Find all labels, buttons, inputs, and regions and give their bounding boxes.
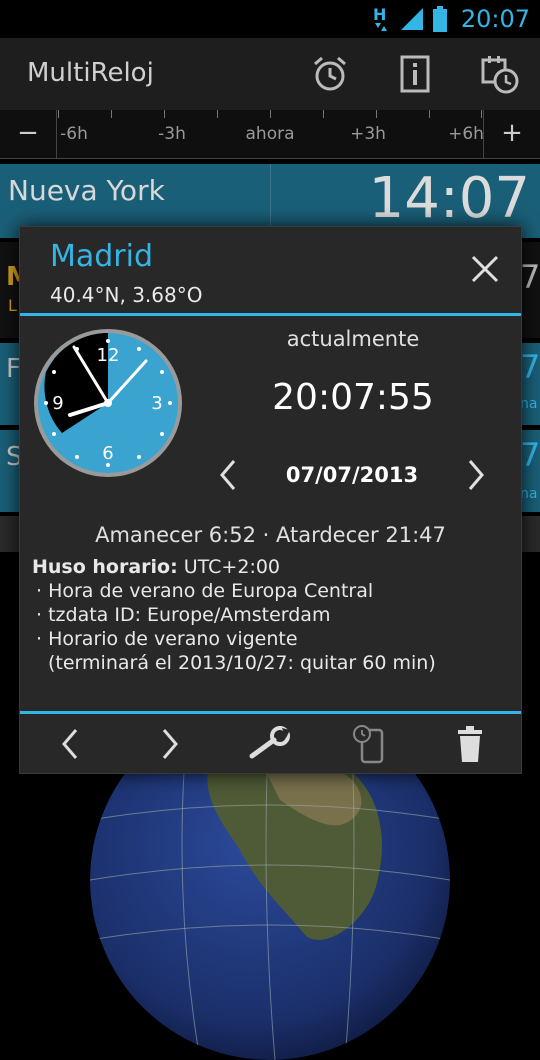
row-fragment: L bbox=[8, 296, 17, 315]
phone-clock-icon[interactable] bbox=[346, 724, 394, 764]
dialog-footer-divider bbox=[20, 711, 521, 714]
row-fragment: na bbox=[520, 486, 538, 502]
tick bbox=[481, 110, 482, 118]
row-fragment: 7 bbox=[520, 258, 540, 296]
close-icon[interactable] bbox=[465, 249, 505, 289]
tick bbox=[217, 110, 218, 118]
status-bar: H 20:07 bbox=[0, 0, 540, 38]
signal-icon bbox=[400, 8, 423, 30]
tick bbox=[58, 110, 59, 118]
sunrise-sunset: Amanecer 6:52 · Atardecer 21:47 bbox=[95, 523, 446, 547]
battery-icon bbox=[432, 6, 447, 32]
currently-label: actualmente bbox=[286, 327, 420, 351]
tick bbox=[270, 110, 271, 118]
dialog-header-divider bbox=[20, 313, 521, 316]
city-detail-dialog: Madrid 40.4°N, 3.68°O 12 3 6 9 actualmen… bbox=[19, 226, 522, 774]
tl-label-now: ahora bbox=[245, 124, 295, 144]
dialog-coordinates: 40.4°N, 3.68°O bbox=[50, 283, 203, 307]
timezone-heading: Huso horario: bbox=[32, 556, 178, 578]
timezone-line: · Hora de verano de Europa Central bbox=[36, 580, 374, 602]
analog-clock: 12 3 6 9 bbox=[34, 329, 182, 477]
dialog-city-title: Madrid bbox=[50, 239, 154, 274]
next-date-icon[interactable] bbox=[460, 455, 494, 495]
next-icon[interactable] bbox=[146, 724, 194, 764]
timezone-line: · Horario de verano vigente bbox=[36, 628, 298, 650]
alarm-icon[interactable] bbox=[310, 54, 350, 94]
timezone-info: Huso horario: UTC+2:00 · Hora de verano … bbox=[32, 555, 512, 675]
tick bbox=[111, 110, 112, 118]
prev-icon[interactable] bbox=[46, 724, 94, 764]
action-bar: MultiReloj bbox=[0, 38, 540, 111]
timezone-line: (terminará el 2013/10/27: quitar 60 min) bbox=[48, 652, 436, 674]
row-fragment: 7 bbox=[520, 436, 540, 474]
time-offset-bar: − -6h -3h ahora +3h +6h + bbox=[0, 110, 540, 159]
wrench-icon[interactable] bbox=[246, 724, 294, 764]
row-fragment: 7 bbox=[520, 348, 540, 386]
tl-label-plus3: +3h bbox=[350, 124, 386, 144]
tick bbox=[376, 110, 377, 118]
tick bbox=[164, 110, 165, 118]
app-title: MultiReloj bbox=[27, 58, 154, 88]
date-display: 07/07/2013 bbox=[285, 463, 419, 487]
tl-label-plus6: +6h bbox=[448, 124, 484, 144]
tick bbox=[323, 110, 324, 118]
clock-number-9: 9 bbox=[52, 393, 63, 414]
tick bbox=[429, 110, 430, 118]
clock-number-12: 12 bbox=[97, 345, 120, 366]
timezone-heading-line: Huso horario: UTC+2:00 bbox=[32, 555, 512, 579]
timezone-value: UTC+2:00 bbox=[183, 556, 281, 578]
trash-icon[interactable] bbox=[446, 724, 494, 764]
city-time: 14:07 bbox=[368, 166, 530, 231]
dialog-button-bar bbox=[20, 716, 521, 772]
tl-label-minus3: -3h bbox=[158, 124, 186, 144]
tl-label-minus6: -6h bbox=[60, 124, 88, 144]
clock-number-6: 6 bbox=[102, 443, 113, 464]
timezone-line: · tzdata ID: Europe/Amsterdam bbox=[36, 604, 331, 626]
city-name: Nueva York bbox=[8, 174, 165, 207]
info-icon[interactable] bbox=[396, 54, 436, 94]
status-clock: 20:07 bbox=[460, 5, 530, 33]
row-fragment: na bbox=[520, 396, 538, 412]
previous-date-icon[interactable] bbox=[210, 455, 244, 495]
hspa-data-icon: H bbox=[373, 5, 387, 31]
clock-number-3: 3 bbox=[151, 393, 162, 414]
zoom-out-button[interactable]: − bbox=[0, 110, 57, 158]
svg-text:H: H bbox=[373, 5, 386, 24]
calendar-clock-icon[interactable] bbox=[480, 54, 520, 94]
digital-time: 20:07:55 bbox=[272, 377, 434, 418]
zoom-in-button[interactable]: + bbox=[483, 110, 540, 158]
time-offset-track[interactable]: -6h -3h ahora +3h +6h bbox=[58, 110, 484, 158]
status-icons: H 20:07 bbox=[371, 4, 530, 34]
